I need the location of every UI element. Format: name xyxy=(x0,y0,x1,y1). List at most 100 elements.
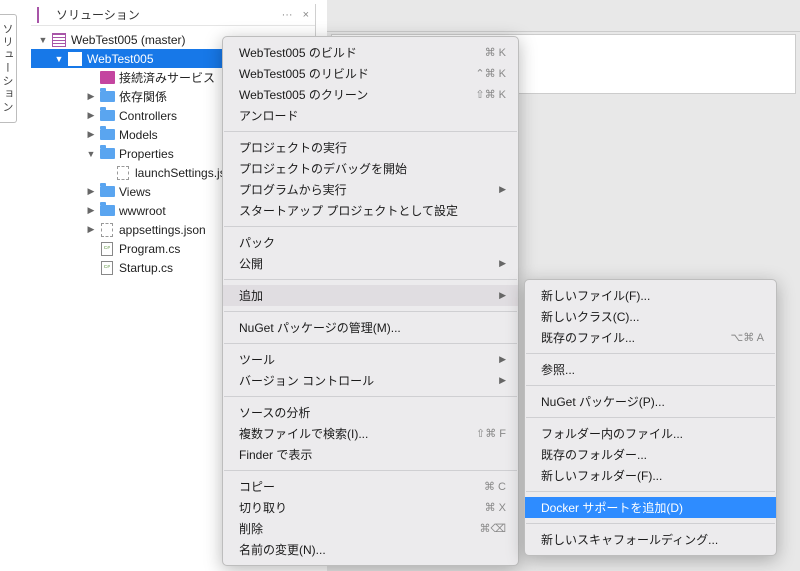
menu-item-label: NuGet パッケージ(P)... xyxy=(541,393,764,410)
submenu-arrow-icon: ▶ xyxy=(499,290,506,301)
menu-item-label: コピー xyxy=(239,478,460,495)
menu-separator xyxy=(526,417,775,418)
expand-arrow-icon[interactable]: ▶ xyxy=(85,224,97,235)
menu-item[interactable]: 既存のフォルダー... xyxy=(525,444,776,465)
folder-icon xyxy=(99,108,115,124)
tree-item-label: Views xyxy=(119,185,151,199)
menu-item-label: Finder で表示 xyxy=(239,446,506,463)
menu-shortcut: ⇧⌘ F xyxy=(476,427,506,440)
context-menu-project: WebTest005 のビルド⌘ KWebTest005 のリビルド⌃⌘ KWe… xyxy=(222,36,519,566)
menu-item[interactable]: プログラムから実行 ▶ xyxy=(223,179,518,200)
menu-item[interactable]: 新しいスキャフォールディング... xyxy=(525,529,776,550)
menu-item[interactable]: フォルダー内のファイル... xyxy=(525,423,776,444)
menu-item-label: プロジェクトのデバッグを開始 xyxy=(239,160,506,177)
folder-icon xyxy=(99,127,115,143)
menu-separator xyxy=(224,343,517,344)
folder-icon xyxy=(99,146,115,162)
panel-options-icon[interactable]: ··· xyxy=(282,9,293,21)
tree-item-label: Properties xyxy=(119,147,174,161)
menu-item[interactable]: コピー⌘ C xyxy=(223,476,518,497)
menu-item[interactable]: プロジェクトの実行 xyxy=(223,137,518,158)
menu-separator xyxy=(224,131,517,132)
menu-item-label: 削除 xyxy=(239,520,455,537)
menu-separator xyxy=(526,353,775,354)
menu-item[interactable]: 既存のファイル...⌥⌘ A xyxy=(525,327,776,348)
expand-arrow-icon[interactable]: ▶ xyxy=(85,110,97,121)
menu-item-label: NuGet パッケージの管理(M)... xyxy=(239,319,506,336)
menu-item[interactable]: ツール▶ xyxy=(223,349,518,370)
menu-item[interactable]: ソースの分析 xyxy=(223,402,518,423)
menu-item[interactable]: NuGet パッケージの管理(M)... xyxy=(223,317,518,338)
expand-arrow-icon[interactable]: ▼ xyxy=(37,35,49,45)
expand-arrow-icon[interactable]: ▼ xyxy=(85,149,97,159)
expand-arrow-icon[interactable]: ▶ xyxy=(85,129,97,140)
menu-item-label: 公開 xyxy=(239,255,475,272)
editor-tabstrip xyxy=(327,0,800,32)
submenu-arrow-icon: ▶ xyxy=(499,258,506,269)
menu-item-label: バージョン コントロール xyxy=(239,372,475,389)
menu-shortcut: ⌘ X xyxy=(485,501,506,514)
cs-icon xyxy=(99,260,115,276)
menu-item[interactable]: 名前の変更(N)... xyxy=(223,539,518,560)
menu-item-label: フォルダー内のファイル... xyxy=(541,425,764,442)
menu-item-label: 新しいクラス(C)... xyxy=(541,308,764,325)
expand-arrow-icon[interactable]: ▶ xyxy=(85,91,97,102)
menu-item-label: 名前の変更(N)... xyxy=(239,541,506,558)
menu-item[interactable]: パック xyxy=(223,232,518,253)
folder-icon xyxy=(99,89,115,105)
panel-header: ソリューション ··· × xyxy=(31,4,315,26)
menu-item-label: 追加 xyxy=(239,287,475,304)
solution-icon xyxy=(51,32,67,48)
menu-item-label: アンロード xyxy=(239,107,506,124)
tree-item-label: Controllers xyxy=(119,109,177,123)
menu-item[interactable]: 追加 ▶ xyxy=(223,285,518,306)
menu-item-label: 新しいフォルダー(F)... xyxy=(541,467,764,484)
menu-shortcut: ⌃⌘ K xyxy=(475,67,506,80)
menu-item[interactable]: 参照... xyxy=(525,359,776,380)
menu-item-label: WebTest005 のクリーン xyxy=(239,86,451,103)
expand-arrow-icon[interactable]: ▶ xyxy=(85,186,97,197)
menu-item-label: プログラムから実行 xyxy=(239,181,475,198)
menu-item[interactable]: 複数ファイルで検索(I)... ⇧⌘ F xyxy=(223,423,518,444)
solution-header-icon xyxy=(37,8,51,22)
expand-arrow-icon[interactable]: ▼ xyxy=(53,54,65,64)
menu-item[interactable]: スタートアップ プロジェクトとして設定 xyxy=(223,200,518,221)
menu-item[interactable]: 新しいクラス(C)... xyxy=(525,306,776,327)
expand-arrow-icon[interactable]: ▶ xyxy=(85,205,97,216)
menu-item[interactable]: Finder で表示 xyxy=(223,444,518,465)
menu-item[interactable]: アンロード xyxy=(223,105,518,126)
menu-item[interactable]: 新しいファイル(F)... xyxy=(525,285,776,306)
panel-close-icon[interactable]: × xyxy=(303,9,309,21)
menu-item[interactable]: WebTest005 のリビルド ⌃⌘ K xyxy=(223,63,518,84)
tree-item-label: WebTest005 (master) xyxy=(71,33,186,47)
tree-item-label: WebTest005 xyxy=(87,52,154,66)
menu-item[interactable]: 公開 ▶ xyxy=(223,253,518,274)
menu-separator xyxy=(224,311,517,312)
file-icon xyxy=(99,222,115,238)
menu-shortcut: ⌘⌫ xyxy=(479,522,506,535)
menu-item[interactable]: WebTest005 のビルド⌘ K xyxy=(223,42,518,63)
menu-item-label: 参照... xyxy=(541,361,764,378)
menu-item-label: 複数ファイルで検索(I)... xyxy=(239,425,452,442)
menu-item[interactable]: 削除 ⌘⌫ xyxy=(223,518,518,539)
menu-item[interactable]: 新しいフォルダー(F)... xyxy=(525,465,776,486)
panel-title: ソリューション xyxy=(56,6,282,23)
tree-item-label: Program.cs xyxy=(119,242,180,256)
tree-item-label: wwwroot xyxy=(119,204,166,218)
tree-item-label: 依存関係 xyxy=(119,88,167,105)
menu-item-label: 切り取り xyxy=(239,499,461,516)
menu-item-label: パック xyxy=(239,234,506,251)
menu-item[interactable]: プロジェクトのデバッグを開始 xyxy=(223,158,518,179)
submenu-arrow-icon: ▶ xyxy=(499,184,506,195)
menu-separator xyxy=(224,279,517,280)
menu-item[interactable]: Docker サポートを追加(D) xyxy=(525,497,776,518)
menu-item-label: ソースの分析 xyxy=(239,404,506,421)
menu-item[interactable]: WebTest005 のクリーン⇧⌘ K xyxy=(223,84,518,105)
menu-item[interactable]: 切り取り ⌘ X xyxy=(223,497,518,518)
menu-item-label: WebTest005 のリビルド xyxy=(239,65,451,82)
menu-item-label: Docker サポートを追加(D) xyxy=(541,499,764,516)
menu-item[interactable]: バージョン コントロール▶ xyxy=(223,370,518,391)
cs-icon xyxy=(99,241,115,257)
sidebar-vertical-tab[interactable]: ソリューション xyxy=(0,14,17,123)
menu-item[interactable]: NuGet パッケージ(P)... xyxy=(525,391,776,412)
